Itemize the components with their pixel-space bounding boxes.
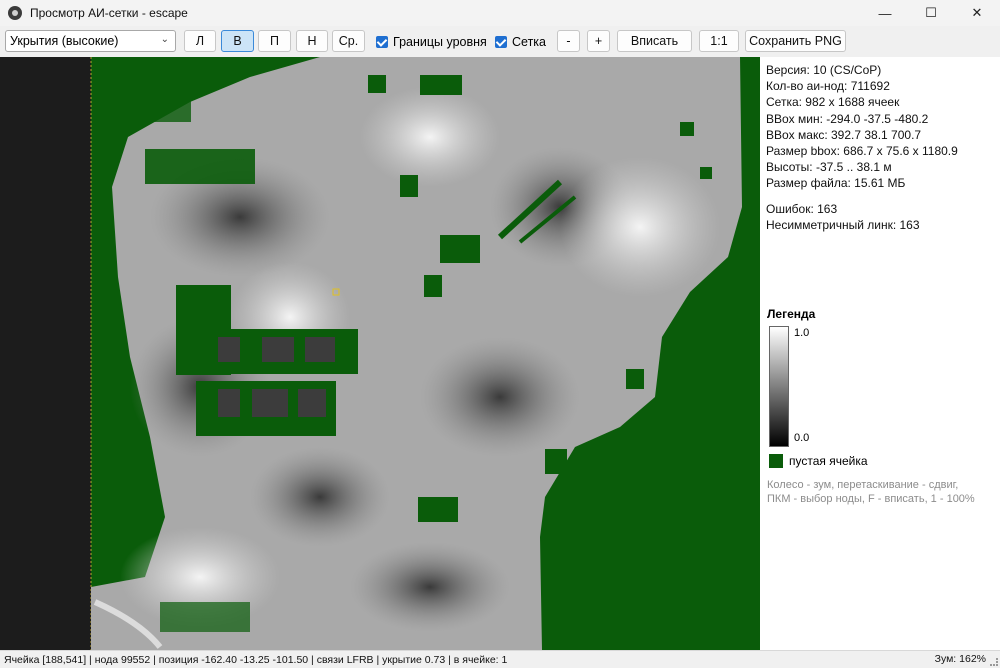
obstacle-block	[440, 235, 480, 263]
checkbox-checked-icon	[495, 36, 507, 48]
building-interior	[298, 389, 326, 417]
obstacle-block	[626, 369, 644, 389]
building-interior	[252, 389, 288, 417]
cover-zone	[350, 542, 510, 632]
errors-text: Ошибок: 163	[766, 201, 838, 216]
app-icon	[8, 6, 22, 20]
bbox-size-text: Размер bbox: 686.7 x 75.6 x 1180.9	[766, 144, 958, 159]
window-controls: — ☐ ✕	[862, 0, 1000, 26]
map-viewport[interactable]	[0, 57, 760, 650]
obstacle-block	[700, 167, 712, 179]
grid-size-text: Сетка: 982 x 1688 ячеек	[766, 95, 900, 110]
grid-checkbox[interactable]: Сетка	[495, 35, 546, 49]
zoom-out-button[interactable]: -	[557, 30, 580, 52]
cover-zone	[250, 447, 390, 547]
grid-info: Версия: 10 (CS/CoP) Кол-во аи-нод: 71169…	[766, 62, 958, 233]
zoom-in-button[interactable]: +	[587, 30, 610, 52]
empty-cell-swatch	[769, 454, 783, 468]
legend-title: Легенда	[767, 307, 816, 321]
status-text: Ячейка [188,541] | нода 99552 | позиция …	[4, 653, 508, 666]
fit-button[interactable]: Вписать	[617, 30, 692, 52]
cover-zone	[420, 337, 580, 457]
legend-max-label: 1.0	[794, 327, 810, 339]
close-button[interactable]: ✕	[954, 0, 1000, 26]
building-interior	[305, 337, 335, 362]
obstacle-block	[146, 97, 191, 122]
obstacle-block	[400, 175, 418, 197]
resize-grip-icon[interactable]	[990, 658, 998, 666]
maximize-button[interactable]: ☐	[908, 0, 954, 26]
node-count-text: Кол-во аи-нод: 711692	[766, 79, 890, 94]
mode-n-button[interactable]: Н	[296, 30, 328, 52]
obstacle-block	[424, 275, 442, 297]
asym-links-text: Несимметричный линк: 163	[766, 217, 920, 232]
building-interior	[262, 337, 294, 362]
hint-line-1: Колесо - зум, перетаскивание - сдвиг,	[767, 479, 959, 491]
mode-v-button[interactable]: В	[221, 30, 254, 52]
hint-line-2: ПКМ - выбор ноды, F - вписать, 1 - 100%	[767, 493, 975, 505]
level-bounds-checkbox[interactable]: Границы уровня	[376, 35, 487, 49]
level-bounds-label: Границы уровня	[393, 35, 487, 49]
file-size-text: Размер файла: 15.61 МБ	[766, 176, 906, 191]
checkbox-checked-icon	[376, 36, 388, 48]
grid-label: Сетка	[512, 35, 546, 49]
mode-p-button[interactable]: П	[258, 30, 291, 52]
building-interior	[218, 337, 240, 362]
obstacle-block	[418, 497, 458, 522]
toolbar: Укрытия (высокие) ⌄ Л В П Н Ср. Границы …	[0, 26, 1000, 56]
status-bar: Ячейка [188,541] | нода 99552 | позиция …	[0, 650, 1000, 668]
obstacle-block	[145, 149, 255, 184]
chevron-down-icon: ⌄	[160, 34, 169, 45]
ai-grid-map[interactable]	[0, 57, 760, 650]
open-zone	[560, 157, 720, 297]
legend-min-label: 0.0	[794, 432, 810, 444]
open-zone	[360, 87, 500, 187]
obstacle-block	[368, 75, 386, 93]
window-title: Просмотр АИ-сетки - escape	[30, 6, 188, 20]
bbox-max-text: BBox макс: 392.7 38.1 700.7	[766, 127, 922, 142]
save-png-button[interactable]: Сохранить PNG	[745, 30, 846, 52]
obstacle-block	[680, 122, 694, 136]
layer-select-value: Укрытия (высокие)	[10, 34, 119, 48]
mode-l-button[interactable]: Л	[184, 30, 216, 52]
outside-region	[0, 57, 91, 650]
mode-avg-button[interactable]: Ср.	[332, 30, 365, 52]
empty-cell-label: пустая ячейка	[789, 454, 868, 468]
obstacle-block	[160, 602, 250, 632]
obstacle-block	[420, 75, 462, 95]
obstacle-block	[545, 449, 567, 474]
info-panel: Версия: 10 (CS/CoP) Кол-во аи-нод: 71169…	[760, 57, 1000, 650]
heights-text: Высоты: -37.5 .. 38.1 м	[766, 160, 892, 175]
zoom-level: Зум: 162%	[934, 653, 986, 665]
building-interior	[218, 389, 240, 417]
bbox-min-text: BBox мин: -294.0 -37.5 -480.2	[766, 111, 929, 126]
version-text: Версия: 10 (CS/CoP)	[766, 63, 882, 77]
layer-select[interactable]: Укрытия (высокие) ⌄	[5, 30, 176, 52]
title-bar: Просмотр АИ-сетки - escape — ☐ ✕	[0, 0, 1000, 26]
minimize-button[interactable]: —	[862, 0, 908, 26]
one-to-one-button[interactable]: 1:1	[699, 30, 739, 52]
legend-gradient	[769, 326, 789, 447]
controls-hint: Колесо - зум, перетаскивание - сдвиг, ПК…	[767, 478, 997, 506]
